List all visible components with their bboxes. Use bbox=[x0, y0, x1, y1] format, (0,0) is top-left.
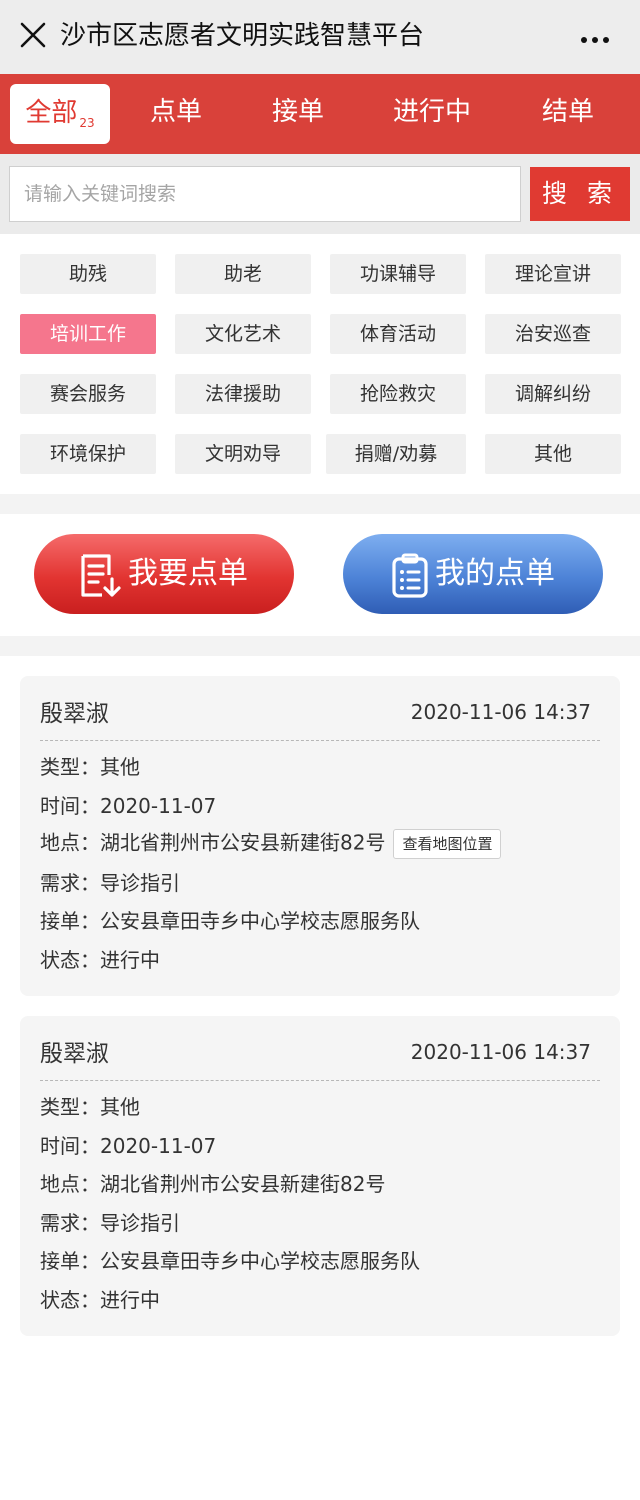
field-label: 地点： bbox=[40, 1172, 100, 1196]
field-label: 时间： bbox=[40, 794, 100, 818]
category-tag[interactable]: 文化艺术 bbox=[175, 314, 311, 354]
category-tag[interactable]: 捐赠/劝募 bbox=[326, 434, 466, 474]
field-label: 需求： bbox=[40, 1211, 100, 1235]
order-demand: 导诊指引 bbox=[100, 871, 180, 895]
search-input[interactable] bbox=[9, 166, 521, 222]
order-list: 殷翠淑 2020-11-06 14:37 类型：其他 时间：2020-11-07… bbox=[0, 656, 640, 1500]
field-label: 状态： bbox=[40, 1288, 100, 1312]
field-label: 时间： bbox=[40, 1134, 100, 1158]
field-label: 状态： bbox=[40, 948, 100, 972]
order-demand-row: 需求：导诊指引 bbox=[40, 1210, 180, 1236]
view-map-button[interactable]: 查看地图位置 bbox=[393, 829, 502, 859]
my-orders-label: 我的点单 bbox=[435, 556, 555, 591]
order-taker-row: 接单：公安县章田寺乡中心学校志愿服务队 bbox=[40, 1248, 420, 1274]
order-location: 湖北省荆州市公安县新建街82号 bbox=[100, 830, 386, 855]
order-status-row: 状态：进行中 bbox=[40, 947, 160, 973]
category-tag[interactable]: 治安巡查 bbox=[485, 314, 621, 354]
tab-count-badge: 23 bbox=[79, 116, 95, 130]
order-type-row: 类型：其他 bbox=[40, 1094, 140, 1120]
category-tag[interactable]: 赛会服务 bbox=[20, 374, 156, 414]
tab-in-progress[interactable]: 进行中 bbox=[372, 74, 492, 154]
order-type: 其他 bbox=[100, 1095, 140, 1119]
card-divider bbox=[40, 740, 600, 741]
field-label: 需求： bbox=[40, 871, 100, 895]
field-label: 类型： bbox=[40, 1095, 100, 1119]
search-button[interactable]: 搜 索 bbox=[530, 167, 630, 221]
order-type: 其他 bbox=[100, 755, 140, 779]
category-tag[interactable]: 环境保护 bbox=[20, 434, 156, 474]
order-status: 进行中 bbox=[100, 948, 160, 972]
requester-name: 殷翠淑 bbox=[40, 1041, 109, 1067]
category-tag[interactable]: 助残 bbox=[20, 254, 156, 294]
tab-all[interactable]: 全部 23 bbox=[10, 84, 110, 144]
place-order-button[interactable]: 我要点单 bbox=[34, 534, 294, 614]
order-location: 湖北省荆州市公安县新建街82号 bbox=[100, 1172, 386, 1196]
order-status-row: 状态：进行中 bbox=[40, 1287, 160, 1313]
order-location-row: 地点：湖北省荆州市公安县新建街82号 bbox=[40, 1171, 385, 1197]
category-tag[interactable]: 体育活动 bbox=[330, 314, 466, 354]
order-datetime: 2020-11-06 14:37 bbox=[410, 1040, 591, 1064]
tab-label: 全部 bbox=[25, 98, 78, 128]
order-datetime: 2020-11-06 14:37 bbox=[410, 700, 591, 724]
category-tag[interactable]: 调解纠纷 bbox=[485, 374, 621, 414]
search-bar: 搜 索 bbox=[0, 154, 640, 234]
field-label: 类型： bbox=[40, 755, 100, 779]
section-divider bbox=[0, 494, 640, 514]
order-taker: 公安县章田寺乡中心学校志愿服务队 bbox=[100, 1249, 420, 1273]
category-tag[interactable]: 助老 bbox=[175, 254, 311, 294]
requester-name: 殷翠淑 bbox=[40, 701, 109, 727]
order-location-row: 地点：湖北省荆州市公安县新建街82号 查看地图位置 bbox=[40, 829, 502, 859]
category-tag[interactable]: 其他 bbox=[485, 434, 621, 474]
tab-order[interactable]: 点单 bbox=[126, 74, 226, 154]
my-orders-button[interactable]: 我的点单 bbox=[343, 534, 603, 614]
title-bar: 沙市区志愿者文明实践智慧平台 bbox=[0, 0, 640, 74]
category-grid: 助残 助老 功课辅导 理论宣讲 培训工作 文化艺术 体育活动 治安巡查 赛会服务… bbox=[0, 234, 640, 494]
order-status: 进行中 bbox=[100, 1288, 160, 1312]
card-divider bbox=[40, 1080, 600, 1081]
order-time-row: 时间：2020-11-07 bbox=[40, 1133, 216, 1159]
category-tag[interactable]: 理论宣讲 bbox=[485, 254, 621, 294]
place-order-label: 我要点单 bbox=[128, 556, 248, 591]
category-tag-selected[interactable]: 培训工作 bbox=[20, 314, 156, 354]
order-taker: 公安县章田寺乡中心学校志愿服务队 bbox=[100, 909, 420, 933]
more-icon[interactable] bbox=[580, 30, 610, 43]
field-label: 接单： bbox=[40, 909, 100, 933]
order-demand-row: 需求：导诊指引 bbox=[40, 870, 180, 896]
order-taker-row: 接单：公安县章田寺乡中心学校志愿服务队 bbox=[40, 908, 420, 934]
category-tag[interactable]: 文明劝导 bbox=[175, 434, 311, 474]
close-icon[interactable] bbox=[20, 22, 46, 48]
order-card[interactable]: 殷翠淑 2020-11-06 14:37 类型：其他 时间：2020-11-07… bbox=[20, 1016, 620, 1336]
order-demand: 导诊指引 bbox=[100, 1211, 180, 1235]
category-tag[interactable]: 抢险救灾 bbox=[330, 374, 466, 414]
order-form-icon bbox=[78, 550, 122, 597]
category-tag[interactable]: 法律援助 bbox=[175, 374, 311, 414]
order-card[interactable]: 殷翠淑 2020-11-06 14:37 类型：其他 时间：2020-11-07… bbox=[20, 676, 620, 996]
tab-finished[interactable]: 结单 bbox=[518, 74, 618, 154]
order-time: 2020-11-07 bbox=[100, 1134, 217, 1158]
field-label: 接单： bbox=[40, 1249, 100, 1273]
action-buttons: 我要点单 我的点单 bbox=[0, 514, 640, 636]
tab-accept[interactable]: 接单 bbox=[248, 74, 348, 154]
section-divider bbox=[0, 636, 640, 656]
field-label: 地点： bbox=[40, 830, 100, 855]
clipboard-list-icon bbox=[389, 550, 433, 598]
order-time: 2020-11-07 bbox=[100, 794, 217, 818]
category-tag[interactable]: 功课辅导 bbox=[330, 254, 466, 294]
status-tabs: 全部 23 点单 接单 进行中 结单 bbox=[0, 74, 640, 154]
order-time-row: 时间：2020-11-07 bbox=[40, 793, 216, 819]
order-type-row: 类型：其他 bbox=[40, 754, 140, 780]
page-title: 沙市区志愿者文明实践智慧平台 bbox=[60, 21, 425, 51]
